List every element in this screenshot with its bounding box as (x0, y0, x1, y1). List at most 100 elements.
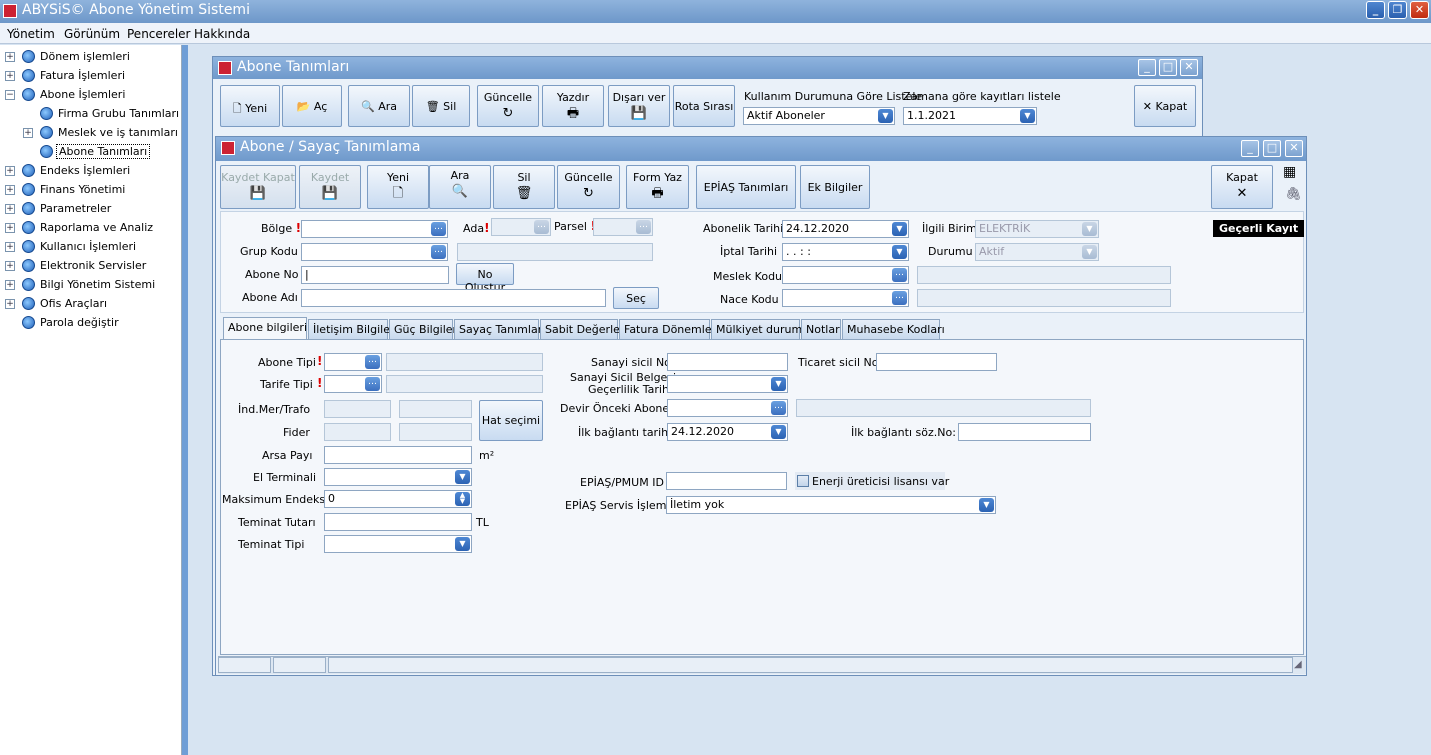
tarife-tipi-input[interactable]: … (324, 375, 382, 393)
iptal-tarihi-input[interactable]: . . : : ▼ (782, 243, 909, 261)
tab-fatura-donemleri[interactable]: Fatura Dönemleri (619, 319, 719, 339)
spinner-icon[interactable]: ▲ ▼ (455, 492, 470, 506)
epias-servis-select[interactable]: İletim yok ▼ (666, 496, 996, 514)
chevron-down-icon[interactable]: ▼ (979, 498, 994, 512)
ind-mer-input[interactable] (324, 400, 391, 418)
ellipsis-icon[interactable]: … (365, 355, 380, 369)
kapat-button[interactable]: ✕ Kapat (1134, 85, 1196, 127)
resize-grip-icon[interactable]: ◢ (1294, 659, 1302, 670)
trafo-input[interactable] (399, 400, 472, 418)
expand-icon[interactable]: + (5, 242, 15, 252)
menu-yonetim[interactable]: Yönetim (7, 27, 55, 41)
enerji-checkbox[interactable] (797, 475, 809, 487)
tab-notlar[interactable]: Notlar (801, 319, 841, 339)
ilk-baglanti-soz-input[interactable] (958, 423, 1091, 441)
expand-icon[interactable]: + (5, 52, 15, 62)
ac-button[interactable]: 📂 Aç (282, 85, 342, 127)
durumu-select[interactable]: Aktif ▼ (975, 243, 1099, 261)
expand-icon[interactable]: + (23, 128, 33, 138)
ellipsis-icon[interactable]: … (431, 245, 446, 259)
tab-iletisim[interactable]: İletişim Bilgileri (308, 319, 398, 339)
rota-sirasi-button[interactable]: Rota Sırası (673, 85, 735, 127)
chevron-down-icon[interactable]: ▼ (771, 377, 786, 391)
chevron-down-icon[interactable]: ▼ (892, 222, 907, 236)
abone-adi-input[interactable] (301, 289, 606, 307)
close-icon[interactable]: ✕ (1410, 1, 1429, 19)
chevron-down-icon[interactable]: ▼ (771, 425, 786, 439)
sidebar-splitter[interactable] (182, 45, 188, 755)
minimize-icon[interactable]: _ (1366, 1, 1385, 19)
meslek-kodu-input[interactable]: … (782, 266, 909, 284)
ticaret-sicil-input[interactable] (876, 353, 997, 371)
epias-pmum-input[interactable] (666, 472, 787, 490)
close-icon[interactable]: ✕ (1285, 140, 1303, 157)
yeni-button[interactable]: Yeni 🗋 (367, 165, 429, 209)
yazdir-button[interactable]: Yazdır 🖶 (542, 85, 604, 127)
fider2-input[interactable] (399, 423, 472, 441)
restore-icon[interactable]: ❐ (1388, 1, 1407, 19)
expand-icon[interactable]: + (5, 204, 15, 214)
el-terminali-select[interactable]: ▼ (324, 468, 472, 486)
sanayi-belge-date[interactable]: ▼ (667, 375, 788, 393)
menu-pencereler[interactable]: Pencereler (127, 27, 190, 41)
tab-mulkiyet[interactable]: Mülkiyet durumu (711, 319, 809, 339)
ara-button[interactable]: Ara 🔍 (429, 165, 491, 209)
bolge-input[interactable]: … (301, 220, 448, 238)
fider-input[interactable] (324, 423, 391, 441)
chevron-down-icon[interactable]: ▼ (455, 470, 470, 484)
close-icon[interactable]: ✕ (1180, 59, 1198, 76)
sanayi-sicil-input[interactable] (667, 353, 788, 371)
kapat-button[interactable]: Kapat ✕ (1211, 165, 1273, 209)
tab-abone-bilgileri[interactable]: Abone bilgileri (223, 317, 307, 339)
chevron-down-icon[interactable]: ▼ (455, 537, 470, 551)
ilk-baglanti-date[interactable]: 24.12.2020 ▼ (667, 423, 788, 441)
expand-icon[interactable]: + (5, 166, 15, 176)
expand-icon[interactable]: + (5, 223, 15, 233)
tab-guc[interactable]: Güç Bilgileri (389, 319, 460, 339)
expand-icon[interactable]: + (5, 261, 15, 271)
devir-input[interactable]: … (667, 399, 788, 417)
tab-sayac[interactable]: Sayaç Tanımları (454, 319, 545, 339)
sec-button[interactable]: Seç (613, 287, 659, 309)
expand-icon[interactable]: + (5, 280, 15, 290)
zaman-select[interactable]: 1.1.2021 ▼ (903, 107, 1037, 125)
no-olustur-button[interactable]: No Oluştur (456, 263, 514, 294)
maximize-icon[interactable]: □ (1159, 59, 1177, 76)
parsel-input[interactable]: … (593, 218, 653, 236)
expand-icon[interactable]: + (5, 71, 15, 81)
calendar-icon[interactable]: ▦ (1283, 164, 1296, 180)
ellipsis-icon[interactable]: … (534, 220, 549, 234)
guncelle-button[interactable]: Güncelle ↻ (557, 165, 620, 209)
epias-tanimlari-button[interactable]: EPİAŞ Tanımları (696, 165, 796, 209)
ellipsis-icon[interactable]: … (365, 377, 380, 391)
ellipsis-icon[interactable]: … (431, 222, 446, 236)
form-yaz-button[interactable]: Form Yaz 🖶 (626, 165, 689, 209)
teminat-tipi-select[interactable]: ▼ (324, 535, 472, 553)
sil-button[interactable]: Sil 🗑 (493, 165, 555, 209)
abone-no-input[interactable]: | (301, 266, 449, 284)
ek-bilgiler-button[interactable]: Ek Bilgiler (800, 165, 870, 209)
collapse-icon[interactable]: − (5, 90, 15, 100)
ellipsis-icon[interactable]: … (636, 220, 651, 234)
ara-button[interactable]: 🔍 Ara (348, 85, 410, 127)
kaydet-kapat-button[interactable]: Kaydet Kapat 💾 (220, 165, 296, 209)
maximize-icon[interactable]: □ (1263, 140, 1281, 157)
sil-button[interactable]: 🗑 Sil (412, 85, 470, 127)
menu-gorunum[interactable]: Görünüm (64, 27, 120, 41)
disari-ver-button[interactable]: Dışarı ver 💾 (608, 85, 670, 127)
minimize-icon[interactable]: _ (1138, 59, 1156, 76)
minimize-icon[interactable]: _ (1241, 140, 1259, 157)
ada-input[interactable]: … (491, 218, 551, 236)
ellipsis-icon[interactable]: … (771, 401, 786, 415)
grup-kodu-input[interactable]: … (301, 243, 448, 261)
chevron-down-icon[interactable]: ▼ (892, 245, 907, 259)
maks-endeks-input[interactable]: 0 ▲ ▼ (324, 490, 472, 508)
enerji-checkbox-row[interactable]: Enerji üreticisi lisansı var (795, 472, 949, 490)
ellipsis-icon[interactable]: … (892, 291, 907, 305)
abone-tipi-input[interactable]: … (324, 353, 382, 371)
abonelik-tarihi-input[interactable]: 24.12.2020 ▼ (782, 220, 909, 238)
expand-icon[interactable]: + (5, 185, 15, 195)
tab-muhasebe[interactable]: Muhasebe Kodları (842, 319, 945, 339)
paperclip-icon[interactable]: 🖇 (1285, 187, 1302, 202)
tab-sabit[interactable]: Sabit Değerler (540, 319, 624, 339)
